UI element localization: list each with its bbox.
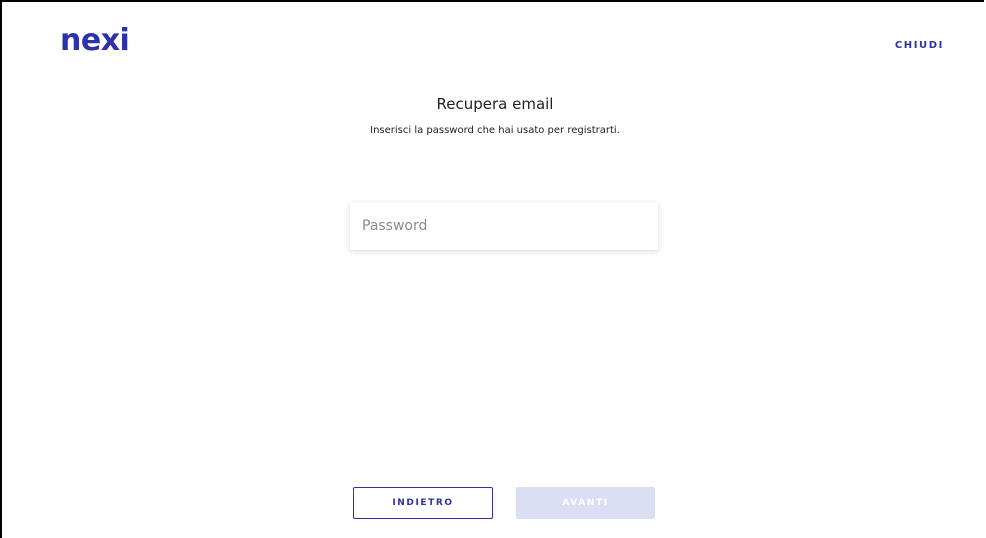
page-subtitle: Inserisci la password che hai usato per … xyxy=(370,125,620,136)
page-title: Recupera email xyxy=(436,95,554,113)
nexi-logo: nexi xyxy=(60,23,130,58)
page-frame: nexi CHIUDI Recupera email Inserisci la … xyxy=(0,0,984,538)
next-button[interactable]: AVANTI xyxy=(516,487,655,519)
password-field-container xyxy=(350,202,658,250)
close-button[interactable]: CHIUDI xyxy=(895,40,944,51)
password-input[interactable] xyxy=(350,202,658,250)
back-button[interactable]: INDIETRO xyxy=(353,487,493,519)
